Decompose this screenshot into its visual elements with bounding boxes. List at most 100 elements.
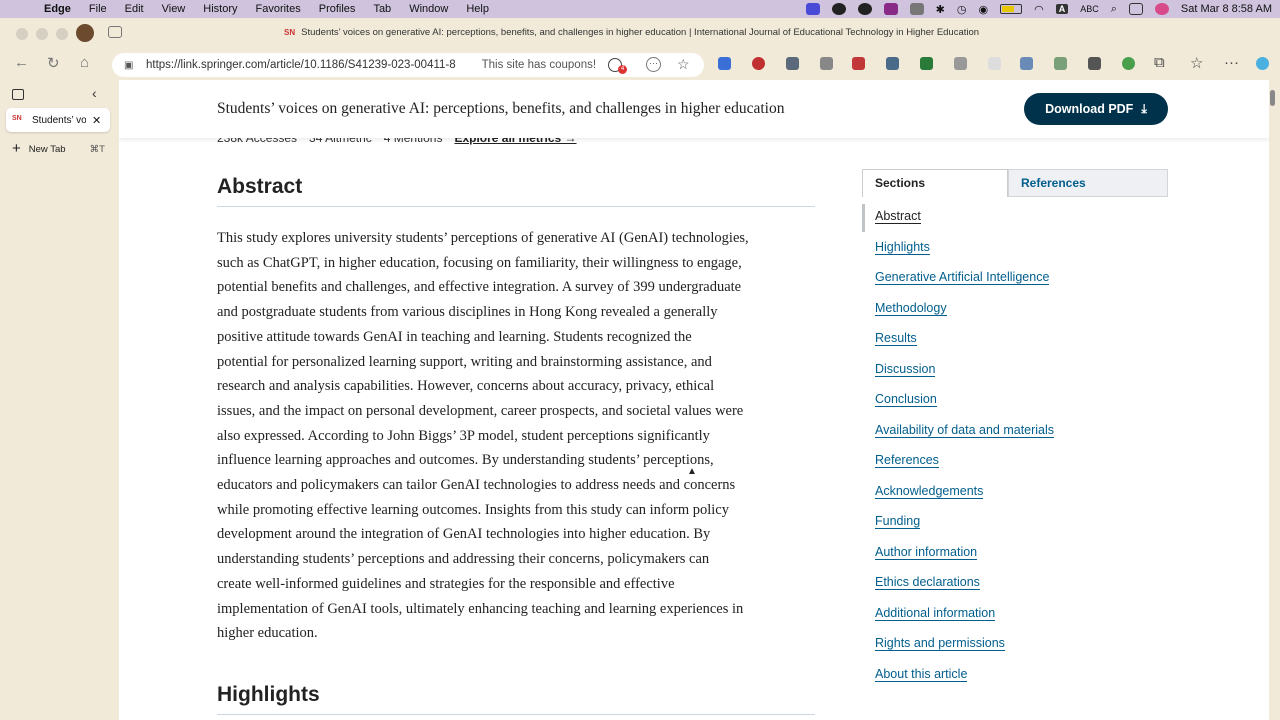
section-link-label[interactable]: Additional information xyxy=(875,605,996,621)
extension-icon-2[interactable] xyxy=(752,57,765,70)
section-link-funding[interactable]: Funding xyxy=(875,514,1054,545)
extension-icon-1[interactable] xyxy=(718,57,731,70)
wifi-icon[interactable]: ◠ xyxy=(1034,3,1044,16)
extension-icon-12[interactable] xyxy=(1088,57,1101,70)
bluetooth-icon[interactable]: ✱ xyxy=(936,3,945,16)
section-link-highlights[interactable]: Highlights xyxy=(875,239,1054,271)
menu-view[interactable]: View xyxy=(162,3,186,15)
home-icon[interactable]: ⌂ xyxy=(80,54,89,71)
read-aloud-icon[interactable]: ··· xyxy=(646,57,661,72)
profile-avatar[interactable] xyxy=(76,24,94,42)
section-link-label[interactable]: Rights and permissions xyxy=(875,636,1005,651)
section-link-label[interactable]: Availability of data and materials xyxy=(875,422,1055,438)
lock-icon[interactable]: ▣ xyxy=(124,60,136,71)
section-link-label[interactable]: Ethics declarations xyxy=(875,575,980,590)
menu-edit[interactable]: Edit xyxy=(125,3,144,15)
coupon-badge: 4 xyxy=(618,65,627,74)
section-link-acknowledgements[interactable]: Acknowledgements xyxy=(875,483,1054,515)
section-link-label[interactable]: Funding xyxy=(875,514,921,529)
section-link-rights[interactable]: Rights and permissions xyxy=(875,636,1054,667)
section-link-label[interactable]: Abstract xyxy=(875,209,921,224)
drive-icon[interactable] xyxy=(909,3,924,15)
tab-actions-icon[interactable] xyxy=(108,26,122,38)
extension-icon-4[interactable] xyxy=(820,57,833,70)
download-pdf-button[interactable]: Download PDF ⤓ xyxy=(1024,93,1168,125)
battery-icon[interactable] xyxy=(1000,4,1023,14)
section-link-label[interactable]: Acknowledgements xyxy=(875,483,984,499)
section-link-additional-info[interactable]: Additional information xyxy=(875,605,1054,637)
control-center-icon[interactable] xyxy=(1128,3,1143,15)
menu-profiles[interactable]: Profiles xyxy=(319,3,356,15)
favorites-icon[interactable]: ☆ xyxy=(1190,54,1203,72)
input-source-icon[interactable]: A xyxy=(1055,4,1069,14)
section-link-references[interactable]: References xyxy=(875,453,1054,484)
section-link-ethics[interactable]: Ethics declarations xyxy=(875,575,1054,606)
section-link-abstract[interactable]: Abstract xyxy=(875,209,1054,240)
tab-students-voices[interactable]: SN Students’ vo ✕ xyxy=(6,108,110,132)
user-icon[interactable]: ◉ xyxy=(978,3,988,16)
section-link-conclusion[interactable]: Conclusion xyxy=(875,392,1054,423)
new-tab-button[interactable]: + New Tab ⌘T xyxy=(12,141,105,156)
extension-icon-10[interactable] xyxy=(1020,57,1033,70)
section-link-methodology[interactable]: Methodology xyxy=(875,300,1054,332)
menu-clock[interactable]: Sat Mar 8 8:58 AM xyxy=(1181,3,1272,15)
menu-window[interactable]: Window xyxy=(409,3,448,15)
time-machine-icon[interactable]: ◷ xyxy=(957,3,967,16)
section-link-generative-ai[interactable]: Generative Artificial Intelligence xyxy=(875,270,1054,301)
extension-icon-7[interactable] xyxy=(920,57,933,70)
menu-app-name[interactable]: Edge xyxy=(44,3,71,15)
section-link-label[interactable]: Methodology xyxy=(875,300,947,316)
extensions-puzzle-icon[interactable]: ⧉ xyxy=(1154,54,1165,71)
extension-icon-5[interactable] xyxy=(852,57,865,70)
section-link-label[interactable]: Discussion xyxy=(875,361,936,377)
extension-icon-8[interactable] xyxy=(954,57,967,70)
spotlight-icon[interactable]: ⌕ xyxy=(1111,3,1117,16)
close-window-button[interactable] xyxy=(16,28,28,40)
copilot-icon[interactable] xyxy=(1256,57,1269,70)
favorite-star-icon[interactable]: ☆ xyxy=(677,56,690,73)
back-icon[interactable]: ← xyxy=(14,54,29,71)
extension-icon-6[interactable] xyxy=(886,57,899,70)
section-link-label[interactable]: References xyxy=(875,453,939,468)
section-link-discussion[interactable]: Discussion xyxy=(875,361,1054,393)
grammarly-icon[interactable] xyxy=(831,3,846,15)
section-link-label[interactable]: Generative Artificial Intelligence xyxy=(875,270,1050,285)
section-link-label[interactable]: Highlights xyxy=(875,239,930,255)
extension-icon-13[interactable] xyxy=(1122,57,1135,70)
minimize-window-button[interactable] xyxy=(36,28,48,40)
section-link-label[interactable]: About this article xyxy=(875,666,968,682)
menu-tab[interactable]: Tab xyxy=(373,3,391,15)
section-link-about[interactable]: About this article xyxy=(875,666,1054,698)
coupon-notice[interactable]: This site has coupons! xyxy=(482,59,596,71)
page-scrollbar[interactable] xyxy=(1270,90,1275,106)
menu-favorites[interactable]: Favorites xyxy=(256,3,301,15)
zoom-window-button[interactable] xyxy=(56,28,68,40)
tab-references[interactable]: References xyxy=(1008,169,1168,197)
section-link-label[interactable]: Author information xyxy=(875,544,978,560)
menu-help[interactable]: Help xyxy=(466,3,489,15)
siri-icon[interactable] xyxy=(1154,3,1169,15)
section-link-results[interactable]: Results xyxy=(875,331,1054,362)
more-options-icon[interactable]: ··· xyxy=(1224,54,1239,71)
close-tab-icon[interactable]: ✕ xyxy=(92,114,101,127)
section-link-label[interactable]: Results xyxy=(875,331,917,346)
audio-icon[interactable] xyxy=(857,3,872,15)
section-link-author-information[interactable]: Author information xyxy=(875,544,1054,576)
slack-icon[interactable] xyxy=(883,3,898,15)
refresh-icon[interactable]: ↻ xyxy=(47,54,60,72)
tab-sections[interactable]: Sections xyxy=(862,169,1008,197)
address-bar[interactable]: ▣ https://link.springer.com/article/10.1… xyxy=(112,53,704,77)
section-link-label[interactable]: Conclusion xyxy=(875,392,937,407)
menu-file[interactable]: File xyxy=(89,3,107,15)
extension-icon-11[interactable] xyxy=(1054,57,1067,70)
sticky-article-title: Students’ voices on generative AI: perce… xyxy=(217,100,785,117)
url-text[interactable]: https://link.springer.com/article/10.118… xyxy=(146,59,456,71)
extension-icon-3[interactable] xyxy=(786,57,799,70)
menu-history[interactable]: History xyxy=(203,3,237,15)
extension-icon-9[interactable] xyxy=(988,57,1001,70)
sidebar-panel-icon[interactable] xyxy=(12,89,24,100)
tab-favicon: SN xyxy=(12,115,22,122)
screen-share-icon[interactable] xyxy=(805,3,820,15)
collapse-sidebar-icon[interactable]: ‹ xyxy=(92,85,97,101)
section-link-availability[interactable]: Availability of data and materials xyxy=(875,422,1055,454)
